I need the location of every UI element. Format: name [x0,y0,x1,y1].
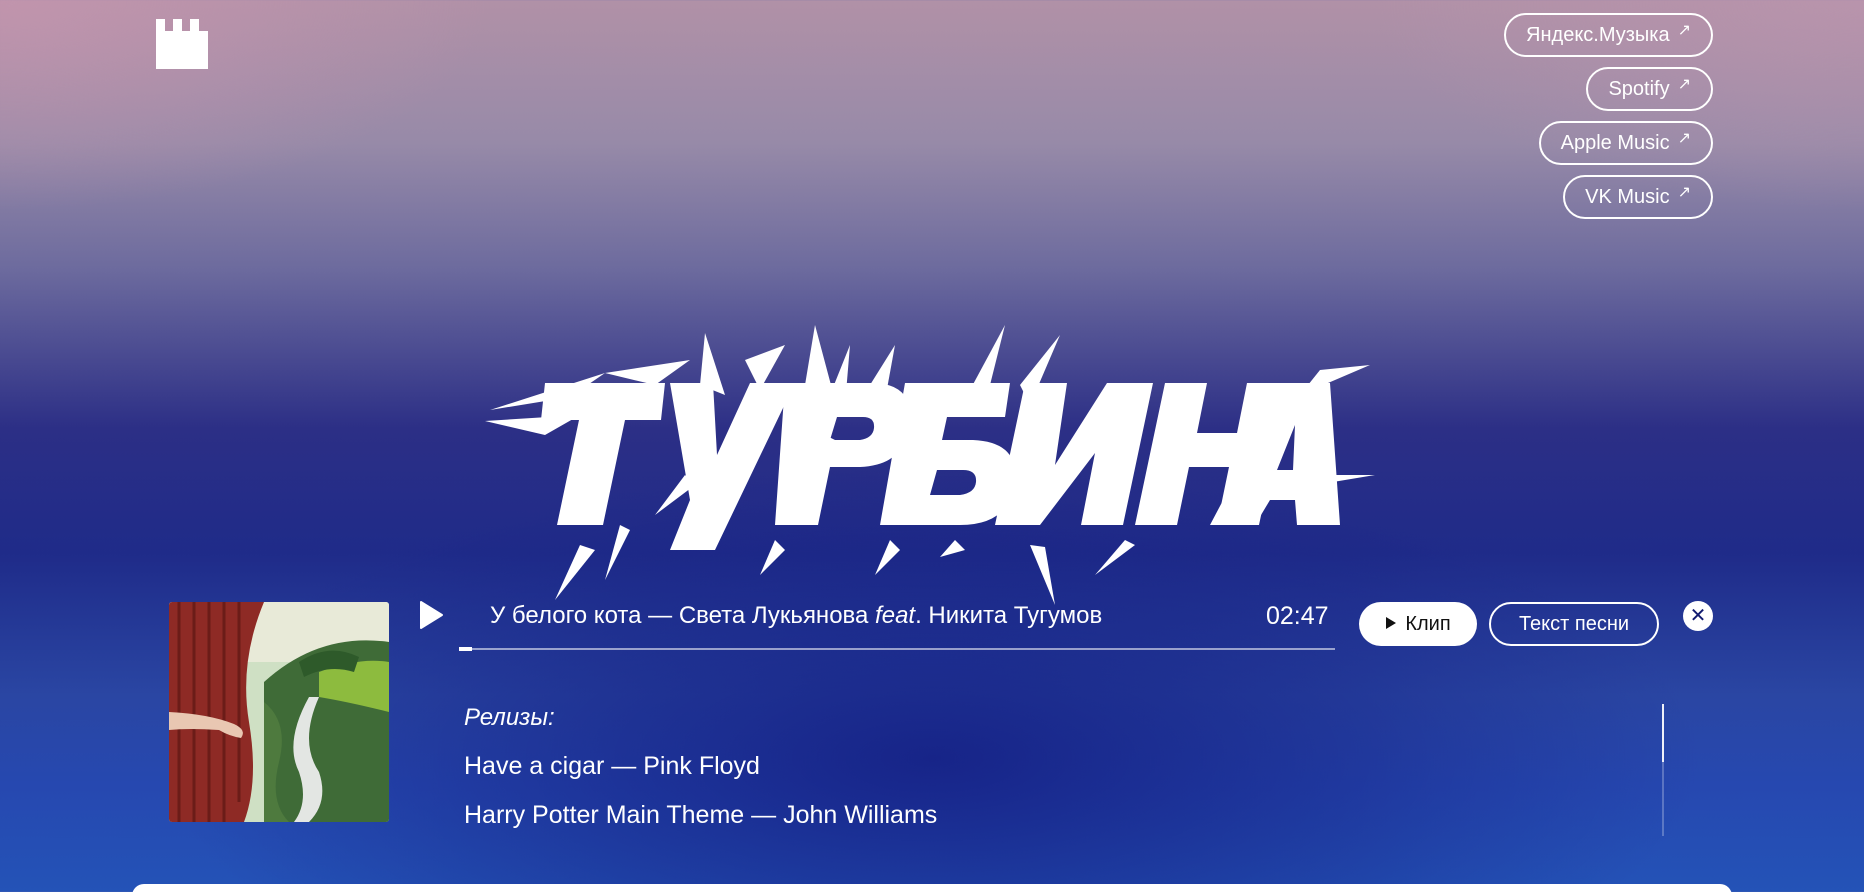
list-item[interactable]: Have a cigar — Pink Floyd [464,752,937,781]
link-label: VK Music [1585,185,1670,208]
close-icon[interactable]: ✕ [1683,601,1713,631]
track-feat-word: feat [875,602,916,629]
track-duration: 02:47 [1266,602,1329,630]
bottom-panel [132,884,1732,892]
progress-fill [459,647,472,651]
lyrics-button-label: Текст песни [1518,612,1630,635]
track-title: У белого кота — Света Лукьянова feat. Ни… [490,602,1102,630]
vk-music-link[interactable]: VK Music ↗ [1563,175,1713,219]
spotify-link[interactable]: Spotify ↗ [1586,67,1713,111]
album-cover-painting[interactable] [169,602,389,822]
external-link-arrow-icon: ↗ [1677,22,1691,39]
releases-scrollbar[interactable] [1662,704,1664,836]
link-label: Apple Music [1560,131,1670,154]
list-item[interactable]: Harry Potter Main Theme — John Williams [464,801,937,830]
releases-heading: Релизы: [464,704,555,731]
link-label: Spotify [1608,77,1670,100]
clip-button[interactable]: Клип [1359,602,1477,646]
track-artist: Света Лукьянова [678,602,869,629]
hero-title-logo [485,325,1375,605]
streaming-links: Яндекс.Музыка ↗ Spotify ↗ Apple Music ↗ … [1504,13,1713,219]
close-glyph: ✕ [1689,605,1707,627]
external-link-arrow-icon: ↗ [1677,130,1691,147]
releases-list: Релизы: Have a cigar — Pink Floyd Harry … [464,704,937,850]
clip-button-label: Клип [1405,612,1451,635]
external-link-arrow-icon: ↗ [1677,76,1691,93]
track-feat-artist: . Никита Тугумов [915,602,1103,629]
progress-bar[interactable] [459,647,1335,651]
play-icon[interactable] [418,600,444,630]
play-small-icon [1385,613,1397,636]
apple-music-link[interactable]: Apple Music ↗ [1538,121,1713,165]
external-link-arrow-icon: ↗ [1677,184,1691,201]
castle-tower-icon[interactable] [156,19,208,69]
lyrics-button[interactable]: Текст песни [1489,602,1659,646]
track-song: У белого кота [490,602,642,629]
link-label: Яндекс.Музыка [1526,23,1670,46]
yandex-music-link[interactable]: Яндекс.Музыка ↗ [1504,13,1713,57]
scrollbar-thumb[interactable] [1662,704,1664,762]
track-separator: — [641,602,679,629]
